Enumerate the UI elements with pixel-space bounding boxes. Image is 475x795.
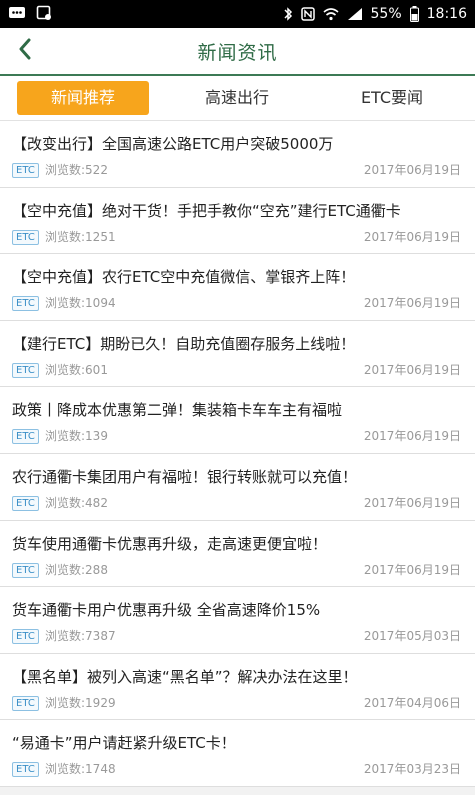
publish-date: 2017年04月06日 bbox=[363, 695, 461, 710]
news-title: 货车通衢卡用户优惠再升级 全省高速降价15% bbox=[12, 601, 321, 620]
etc-badge: ETC bbox=[12, 562, 39, 578]
tab-highway-travel[interactable]: 高速出行 bbox=[171, 81, 303, 115]
etc-badge: ETC bbox=[12, 429, 39, 445]
etc-badge: ETC bbox=[12, 229, 39, 245]
battery-percent: 55% bbox=[370, 6, 402, 22]
list-item[interactable]: 【建行ETC】期盼已久！自助充值圈存服务上线啦！ ETC 浏览数:601 201… bbox=[0, 320, 475, 388]
tab-news-recommend[interactable]: 新闻推荐 bbox=[17, 81, 149, 115]
news-title: 政策丨降成本优惠第二弹！集装箱卡车车主有福啦 bbox=[12, 401, 343, 420]
battery-icon bbox=[409, 6, 419, 22]
view-count: 浏览数:1094 bbox=[45, 296, 116, 311]
view-count: 浏览数:522 bbox=[45, 163, 108, 177]
page-title: 新闻资讯 bbox=[197, 42, 278, 64]
publish-date: 2017年06月19日 bbox=[363, 296, 461, 311]
publish-date: 2017年06月19日 bbox=[363, 362, 461, 377]
view-count: 浏览数:1251 bbox=[45, 229, 116, 244]
chat-notification-icon bbox=[8, 6, 26, 20]
publish-date: 2017年06月19日 bbox=[363, 229, 461, 244]
tab-etc-news[interactable]: ETC要闻 bbox=[326, 81, 458, 115]
list-item[interactable]: 【改变出行】全国高速公路ETC用户突破5000万 ETC 浏览数:522 201… bbox=[0, 121, 475, 188]
news-title: “易通卡”用户请赶紧升级ETC卡！ bbox=[12, 734, 236, 753]
list-item[interactable]: 货车通衢卡用户优惠再升级 全省高速降价15% ETC 浏览数:7387 2017… bbox=[0, 587, 475, 654]
news-title: 【改变出行】全国高速公路ETC用户突破5000万 bbox=[12, 135, 334, 153]
list-item[interactable]: 【空中充值】绝对干货！手把手教你“空充”建行ETC通衢卡 ETC 浏览数:125… bbox=[0, 187, 475, 255]
bluetooth-icon bbox=[283, 6, 293, 22]
gallery-notification-icon bbox=[36, 5, 52, 21]
list-item[interactable]: 【黑名单】被列入高速“黑名单”？解决办法在这里！ ETC 浏览数:1929 20… bbox=[0, 653, 475, 721]
etc-badge: ETC bbox=[12, 296, 39, 312]
etc-badge: ETC bbox=[12, 629, 39, 645]
status-bar: 55% 18:16 bbox=[0, 0, 475, 28]
etc-badge: ETC bbox=[12, 362, 39, 378]
list-item[interactable]: 政策丨降成本优惠第二弹！集装箱卡车车主有福啦 ETC 浏览数:139 2017年… bbox=[0, 387, 475, 454]
news-title: 【空中充值】农行ETC空中充值微信、掌银齐上阵！ bbox=[12, 268, 356, 287]
publish-date: 2017年03月23日 bbox=[363, 762, 461, 777]
signal-icon bbox=[347, 7, 363, 21]
publish-date: 2017年05月03日 bbox=[363, 629, 461, 644]
view-count: 浏览数:1929 bbox=[45, 695, 116, 710]
view-count: 浏览数:601 bbox=[45, 362, 108, 377]
tab-bar: 新闻推荐 高速出行 ETC要闻 bbox=[0, 76, 475, 121]
list-item[interactable]: 货车使用通衢卡优惠再升级，走高速更便宜啦！ ETC 浏览数:288 2017年0… bbox=[0, 520, 475, 588]
view-count: 浏览数:139 bbox=[45, 429, 108, 444]
publish-date: 2017年06月19日 bbox=[363, 429, 461, 444]
list-item[interactable]: 【空中充值】农行ETC空中充值微信、掌银齐上阵！ ETC 浏览数:1094 20… bbox=[0, 254, 475, 321]
nfc-icon bbox=[300, 7, 315, 21]
view-count: 浏览数:482 bbox=[45, 495, 108, 510]
etc-badge: ETC bbox=[12, 163, 39, 178]
publish-date: 2017年06月19日 bbox=[363, 562, 461, 577]
etc-badge: ETC bbox=[12, 495, 39, 511]
publish-date: 2017年06月19日 bbox=[363, 163, 461, 177]
news-title: 【空中充值】绝对干货！手把手教你“空充”建行ETC通衢卡 bbox=[12, 201, 401, 220]
news-title: 【建行ETC】期盼已久！自助充值圈存服务上线啦！ bbox=[12, 334, 356, 353]
news-title: 农行通衢卡集团用户有福啦！银行转账就可以充值！ bbox=[12, 467, 358, 486]
view-count: 浏览数:1748 bbox=[45, 762, 116, 777]
clock: 18:16 bbox=[426, 6, 467, 22]
news-title: 货车使用通衢卡优惠再升级，走高速更便宜啦！ bbox=[12, 534, 328, 553]
list-item[interactable]: “易通卡”用户请赶紧升级ETC卡！ ETC 浏览数:1748 2017年03月2… bbox=[0, 720, 475, 787]
publish-date: 2017年06月19日 bbox=[363, 495, 461, 510]
list-item[interactable]: 农行通衢卡集团用户有福啦！银行转账就可以充值！ ETC 浏览数:482 2017… bbox=[0, 453, 475, 521]
news-title: 【黑名单】被列入高速“黑名单”？解决办法在这里！ bbox=[12, 667, 358, 686]
wifi-icon bbox=[322, 7, 339, 21]
etc-badge: ETC bbox=[12, 695, 39, 711]
view-count: 浏览数:7387 bbox=[45, 629, 116, 644]
view-count: 浏览数:288 bbox=[45, 562, 108, 577]
news-list: 【改变出行】全国高速公路ETC用户突破5000万 ETC 浏览数:522 201… bbox=[0, 121, 475, 787]
app-header: 新闻资讯 bbox=[0, 28, 475, 76]
etc-badge: ETC bbox=[12, 762, 39, 778]
